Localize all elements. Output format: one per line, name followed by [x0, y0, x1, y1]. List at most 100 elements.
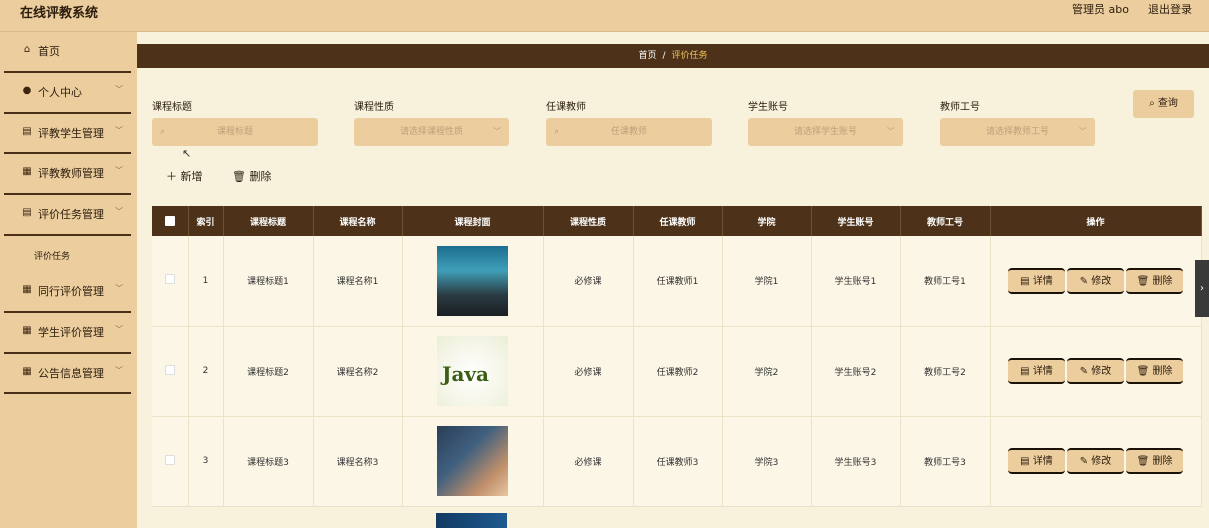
- batch-delete-button[interactable]: 🗑 删除: [232, 168, 271, 184]
- sidebar-item-tasks[interactable]: ▤ 评价任务管理 ﹀: [4, 195, 131, 236]
- sidebar-item-student-eval[interactable]: ▦ 学生评价管理 ﹀: [4, 313, 131, 354]
- course-title-placeholder: 课程标题: [216, 127, 253, 137]
- chevron-down-icon: ﹀: [115, 324, 123, 334]
- logout-link[interactable]: 退出登录: [1148, 1, 1192, 17]
- detail-label: 详情: [1032, 366, 1053, 377]
- cell-teacher-no: 教师工号2: [900, 326, 991, 417]
- sidebar-item-label: 同行评价管理: [38, 284, 104, 298]
- cell-teacher-no: 教师工号1: [900, 236, 991, 327]
- edit-button[interactable]: ✎ 修改: [1067, 267, 1124, 294]
- sidebar-subitem-tasks[interactable]: 评价任务: [4, 236, 131, 272]
- trash-icon: 🗑: [232, 170, 250, 183]
- cell-actions: ▤ 详情 ✎ 修改 🗑 删除: [990, 236, 1202, 327]
- header-teacher: 任课教师: [633, 206, 723, 236]
- edit-label: 修改: [1091, 366, 1112, 377]
- delete-button[interactable]: 🗑 删除: [1126, 358, 1183, 384]
- cell-index: 2: [188, 326, 224, 417]
- cell-teacher: 任课教师1: [633, 236, 723, 327]
- document-icon: ▤: [1020, 456, 1033, 467]
- chevron-down-icon: ﹀: [115, 166, 123, 176]
- search-icon: ⌕: [554, 127, 560, 137]
- delete-button[interactable]: 🗑 删除: [1126, 448, 1183, 474]
- search-icon: ⌕: [1149, 98, 1158, 109]
- student-account-select[interactable]: 请选择学生账号 ﹀: [748, 118, 903, 146]
- teacher-label: 任课教师: [546, 102, 586, 113]
- breadcrumb-home[interactable]: 首页: [638, 51, 656, 61]
- header-cover: 课程封面: [402, 206, 544, 236]
- trash-icon: 🗑: [1136, 275, 1153, 287]
- course-nature-placeholder: 请选择课程性质: [399, 127, 463, 137]
- cell-course-name: 课程名称2: [313, 326, 403, 417]
- edit-button[interactable]: ✎ 修改: [1067, 358, 1124, 384]
- detail-button[interactable]: ▤ 详情: [1008, 267, 1065, 294]
- course-title-input[interactable]: ⌕ 课程标题: [152, 118, 318, 146]
- delete-label: 删除: [1152, 366, 1173, 377]
- grid-icon: ▦: [22, 283, 32, 295]
- row-checkbox-cell[interactable]: [152, 236, 189, 327]
- row-checkbox-cell[interactable]: [152, 416, 189, 507]
- sidebar-item-home[interactable]: ⌂ 首页: [4, 32, 131, 73]
- header-course-title: 课程标题: [223, 206, 314, 236]
- detail-label: 详情: [1032, 456, 1053, 467]
- header-college: 学院: [722, 206, 812, 236]
- sidebar-item-label: 个人中心: [38, 85, 82, 99]
- search-icon: ⌕: [160, 127, 166, 137]
- query-label: 查询: [1157, 98, 1178, 109]
- course-cover-image: [437, 426, 508, 496]
- plus-icon: ＋: [166, 170, 181, 183]
- sidebar-item-students[interactable]: ▤ 评教学生管理 ﹀: [4, 114, 131, 155]
- cell-course-title: 课程标题3: [223, 416, 314, 507]
- delete-button[interactable]: 🗑 删除: [1126, 267, 1183, 294]
- detail-button[interactable]: ▤ 详情: [1008, 448, 1065, 474]
- add-label: 新增: [180, 170, 203, 183]
- course-title-label: 课程标题: [152, 102, 192, 113]
- sidebar-subitem-label: 评价任务: [34, 251, 71, 262]
- row-checkbox-cell[interactable]: [152, 326, 189, 417]
- delete-label: 删除: [249, 170, 272, 183]
- chevron-down-icon: ﹀: [115, 283, 123, 293]
- chevron-down-icon: ﹀: [115, 365, 123, 375]
- add-button[interactable]: ＋ 新增: [166, 168, 203, 184]
- header-student-account: 学生账号: [811, 206, 901, 236]
- student-account-placeholder: 请选择学生账号: [793, 127, 857, 137]
- delete-label: 删除: [1152, 275, 1173, 287]
- sidebar-item-notices[interactable]: ▦ 公告信息管理 ﹀: [4, 354, 131, 395]
- cell-teacher-no: 教师工号3: [900, 416, 991, 507]
- sidebar: ⌂ 首页 ● 个人中心 ﹀ ▤ 评教学生管理 ﹀ ▦ 评教教师管理 ﹀ ▤ 评价…: [0, 32, 137, 528]
- teacher-placeholder: 任课教师: [610, 127, 647, 137]
- apps-icon: ▦: [22, 365, 32, 377]
- select-all-checkbox[interactable]: [164, 215, 175, 226]
- row-checkbox[interactable]: [164, 364, 175, 375]
- select-all-checkbox-cell[interactable]: [152, 206, 189, 236]
- header-course-name: 课程名称: [313, 206, 403, 236]
- home-icon: ⌂: [23, 44, 31, 55]
- course-nature-label: 课程性质: [354, 102, 394, 113]
- header-teacher-no: 教师工号: [900, 206, 991, 236]
- row-checkbox[interactable]: [164, 454, 175, 465]
- breadcrumb-separator: /: [662, 51, 666, 61]
- chevron-down-icon: ﹀: [115, 207, 123, 217]
- sidebar-item-label: 首页: [38, 45, 60, 58]
- edit-button[interactable]: ✎ 修改: [1067, 448, 1124, 474]
- teacher-no-placeholder: 请选择教师工号: [985, 127, 1049, 137]
- sidebar-item-personal[interactable]: ● 个人中心 ﹀: [4, 73, 131, 114]
- breadcrumb: 首页 / 评价任务: [137, 44, 1209, 68]
- row-checkbox[interactable]: [164, 274, 175, 285]
- table-row: 1 课程标题1 课程名称1 必修课 任课教师1 学院1 学生账号1 教师工号1 …: [152, 236, 1202, 327]
- sidebar-item-peer[interactable]: ▦ 同行评价管理 ﹀: [4, 272, 131, 313]
- course-nature-select[interactable]: 请选择课程性质 ﹀: [354, 118, 509, 146]
- query-button[interactable]: ⌕ 查询: [1133, 90, 1194, 118]
- teacher-no-select[interactable]: 请选择教师工号 ﹀: [940, 118, 1095, 146]
- apps-icon: ▦: [22, 324, 32, 336]
- cell-course-title: 课程标题1: [223, 236, 314, 327]
- cell-teacher: 任课教师3: [633, 416, 723, 507]
- sidebar-item-teachers[interactable]: ▦ 评教教师管理 ﹀: [4, 154, 131, 196]
- teacher-input[interactable]: ⌕ 任课教师: [546, 118, 712, 146]
- detail-label: 详情: [1032, 275, 1053, 287]
- header-index: 索引: [188, 206, 224, 236]
- detail-button[interactable]: ▤ 详情: [1008, 358, 1065, 384]
- cell-student-account: 学生账号2: [811, 326, 901, 417]
- cover-java-text: Java: [442, 362, 490, 386]
- collapse-tab-icon[interactable]: ›: [1195, 260, 1209, 317]
- top-bar: 在线评教系统 管理员 abo 退出登录: [0, 0, 1209, 32]
